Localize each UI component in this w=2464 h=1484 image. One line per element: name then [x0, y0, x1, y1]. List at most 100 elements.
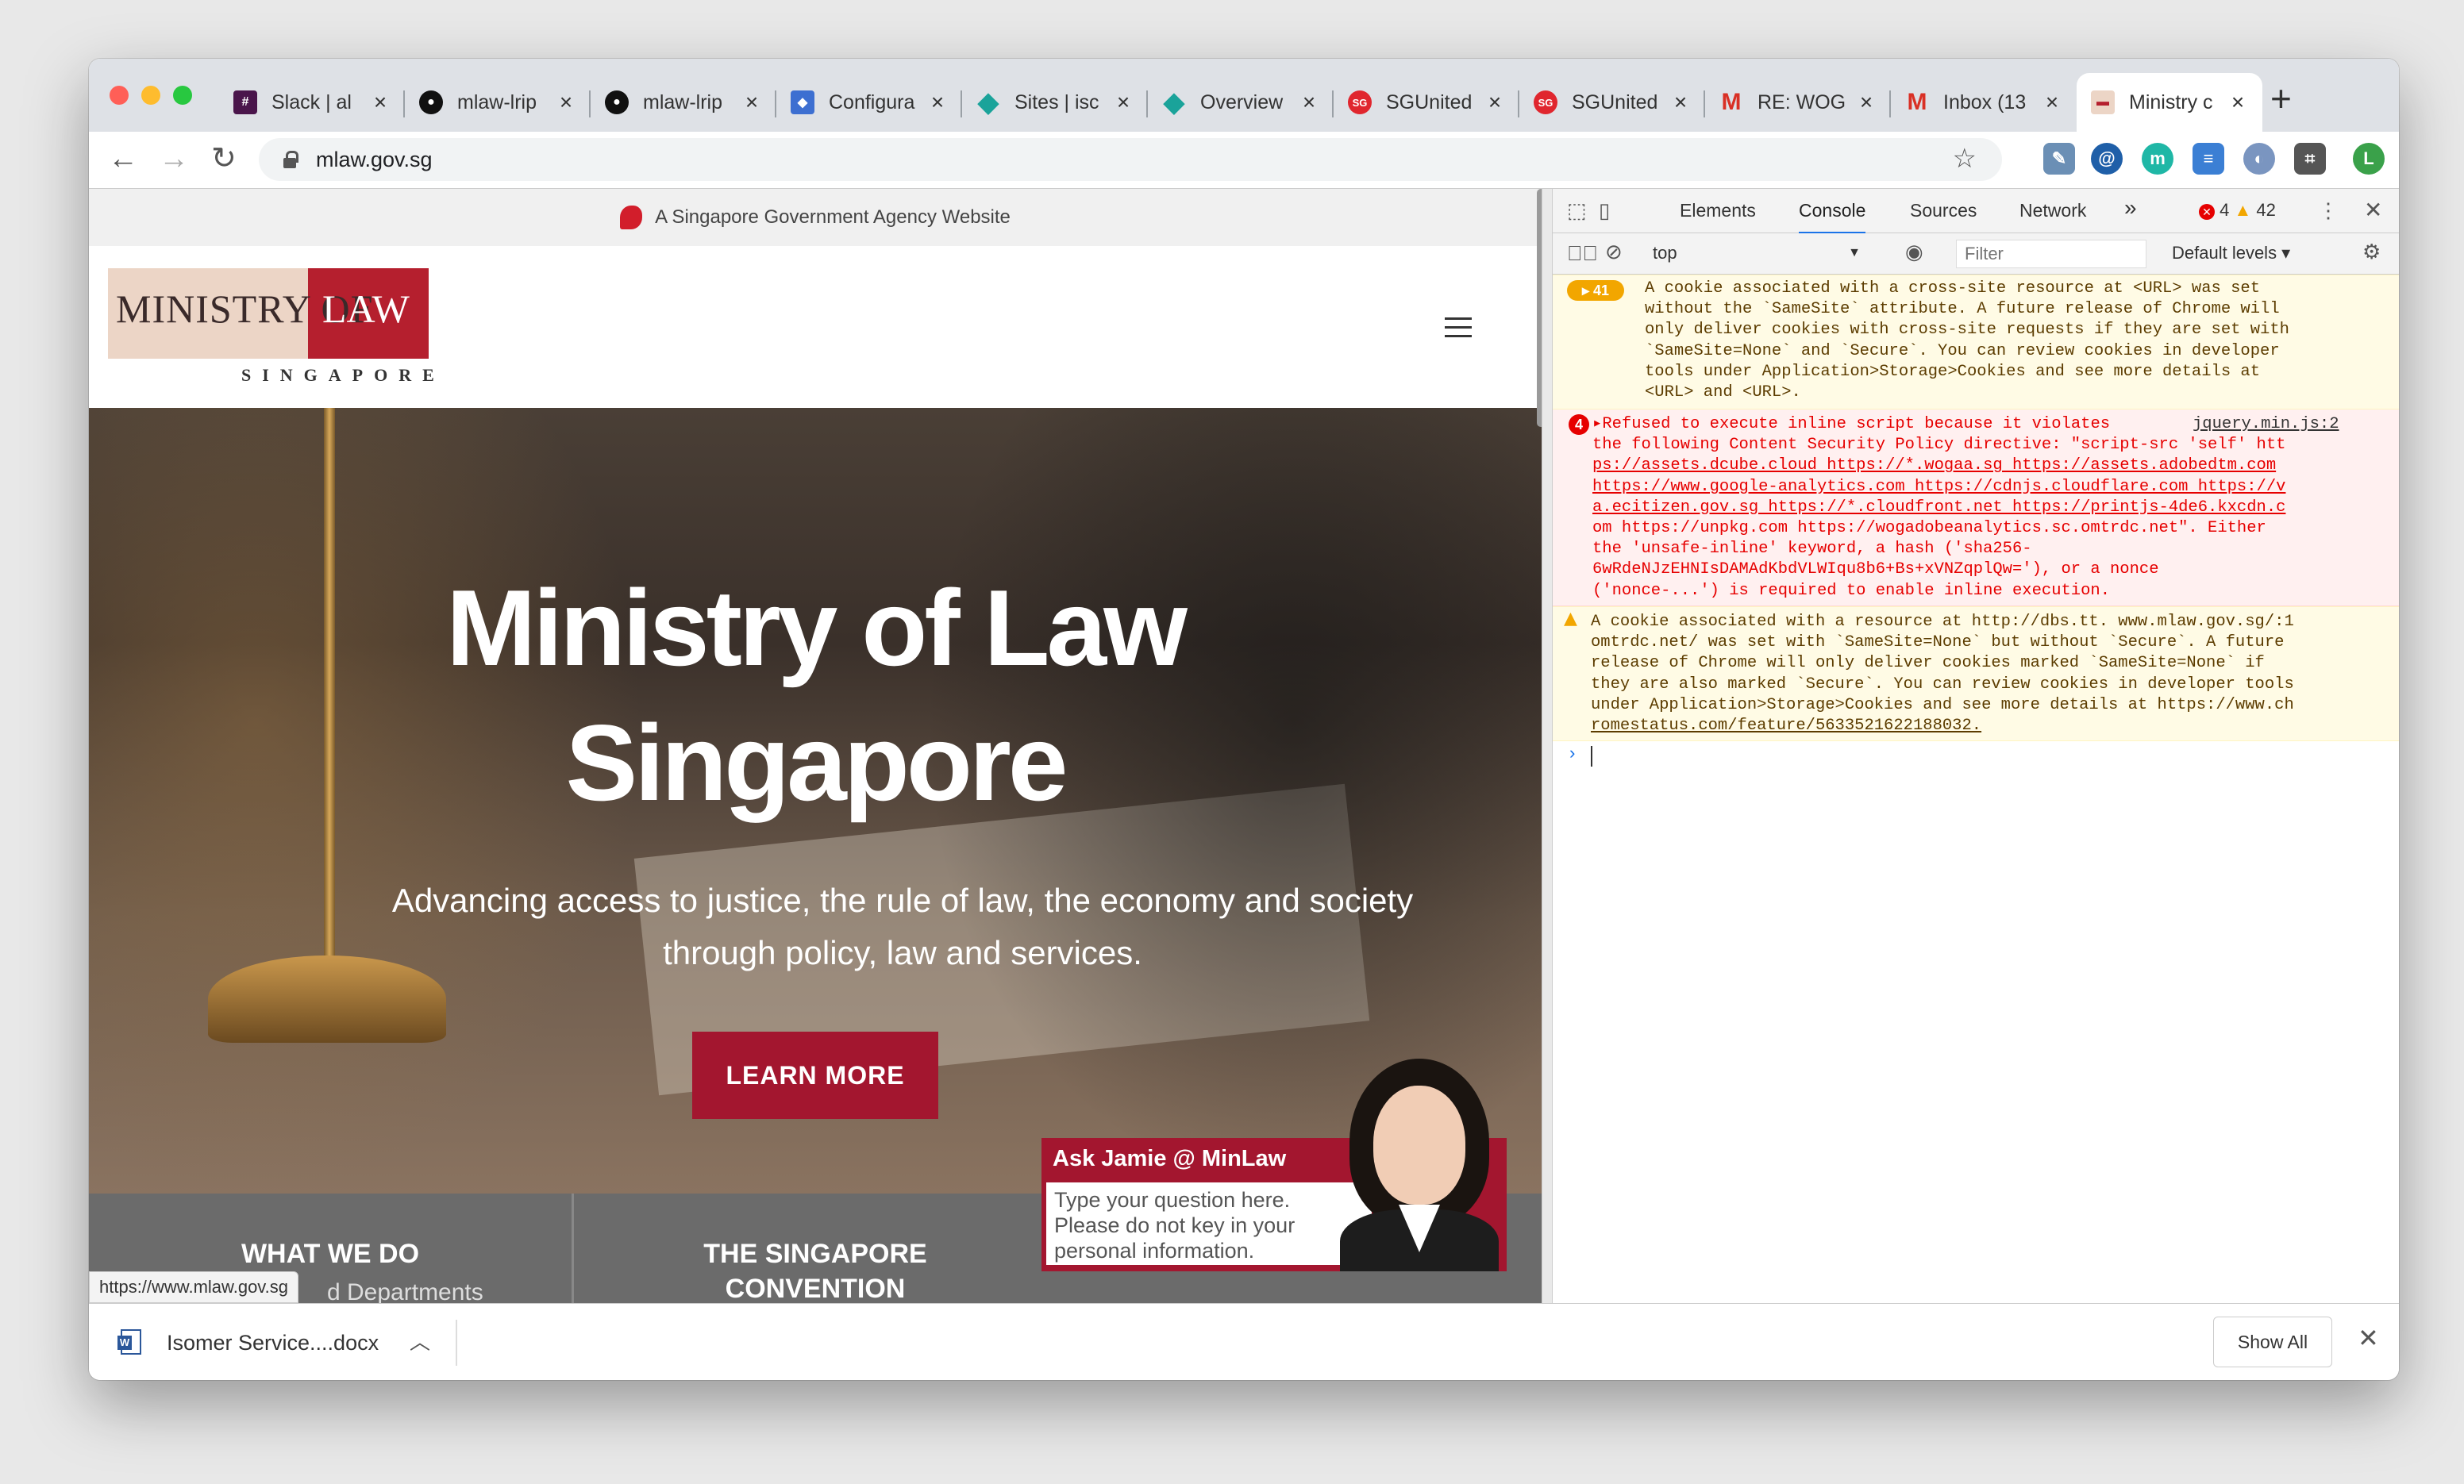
address-bar[interactable]: mlaw.gov.sg ☆ — [259, 138, 2002, 181]
tab-list: # Slack | al × ● mlaw-lrip × ● mlaw-lrip × ◆ Co… — [219, 73, 2262, 132]
tab-active[interactable]: ▬ Ministry c × — [2077, 73, 2262, 132]
status-bubble: https://www.mlaw.gov.sg — [89, 1271, 299, 1303]
more-tabs-button[interactable]: » — [2124, 195, 2137, 221]
close-tab-icon[interactable]: × — [1856, 90, 1877, 115]
log-levels-dropdown[interactable]: Default levels ▾ — [2172, 243, 2290, 263]
bookmark-star-icon[interactable]: ☆ — [1953, 143, 1977, 175]
scan-icon[interactable]: ⌗ — [2294, 143, 2326, 175]
tab-network[interactable]: Network — [2019, 200, 2086, 221]
chevron-up-icon[interactable]: ︿ — [410, 1326, 430, 1355]
close-tab-icon[interactable]: × — [741, 90, 762, 115]
tab[interactable]: ◆ Sites | isc × — [962, 73, 1148, 132]
nav-singapore-convention[interactable]: THE SINGAPORE CONVENTION — [574, 1194, 1057, 1303]
close-tab-icon[interactable]: × — [927, 90, 948, 115]
site-header: MINISTRY OF LAW SINGAPORE — [89, 246, 1542, 408]
gov-banner-text: A Singapore Government Agency Website — [655, 206, 1011, 228]
reload-icon[interactable]: ↻ — [211, 143, 237, 175]
devtools-splitter[interactable] — [1542, 189, 1553, 1303]
close-tab-icon[interactable]: × — [2227, 90, 2248, 115]
download-filename: Isomer Service....docx — [167, 1331, 379, 1355]
console-input[interactable] — [1591, 746, 1592, 767]
shelf-divider — [456, 1320, 457, 1366]
nav-label: THE SINGAPORE CONVENTION — [703, 1239, 927, 1303]
gear-icon[interactable]: ⚙ — [2362, 240, 2381, 264]
extension-icon[interactable]: m — [2142, 143, 2173, 175]
warning-count: 42 — [2256, 200, 2276, 220]
tab[interactable]: SG SGUnited × — [1334, 73, 1519, 132]
warning-icon: ▲ — [2234, 200, 2252, 220]
tab[interactable]: ◆ Overview × — [1148, 73, 1334, 132]
console-error-message[interactable]: 4 ▸Refused to execute inline script beca… — [1553, 409, 2399, 606]
new-tab-button[interactable]: + — [2270, 80, 2292, 117]
tab[interactable]: SG SGUnited × — [1519, 73, 1705, 132]
tab[interactable]: M RE: WOG × — [1705, 73, 1891, 132]
console-warning-message[interactable]: ▲ A cookie associated with a resource at… — [1553, 606, 2399, 741]
tab-title: mlaw-lrip — [643, 90, 722, 113]
tab[interactable]: ● mlaw-lrip × — [405, 73, 591, 132]
tab-title: Overview — [1200, 90, 1284, 113]
forward-arrow-icon[interactable]: → — [159, 143, 189, 175]
close-shelf-icon[interactable]: ✕ — [2358, 1323, 2379, 1353]
tab[interactable]: ◆ Configura × — [776, 73, 962, 132]
tab-title: Sites | isc — [1014, 90, 1099, 113]
tab-strip: # Slack | al × ● mlaw-lrip × ● mlaw-lrip × ◆ Co… — [89, 59, 2399, 132]
error-counter[interactable]: ✕ 4 ▲ 42 — [2199, 200, 2276, 221]
tab[interactable]: M Inbox (13 × — [1891, 73, 2077, 132]
close-tab-icon[interactable]: × — [370, 90, 391, 115]
close-tab-icon[interactable]: × — [1670, 90, 1691, 115]
minimize-window-button[interactable] — [141, 86, 160, 105]
extension-icon[interactable]: ≡ — [2193, 143, 2224, 175]
context-selector[interactable]: top ▼ — [1648, 240, 1867, 267]
tab-console[interactable]: Console — [1799, 200, 1866, 234]
console-message-text: A cookie associated with a resource at h… — [1591, 613, 2294, 736]
error-repeat-badge: 4 — [1569, 414, 1589, 435]
eye-icon[interactable]: ◉ — [1905, 240, 1923, 264]
kebab-menu-icon[interactable]: ⋮ — [2318, 198, 2339, 223]
tab-title: SGUnited — [1572, 90, 1658, 113]
warning-icon: ▲ — [1564, 609, 1577, 629]
extension-icon[interactable]: @ — [2091, 143, 2123, 175]
tab-elements[interactable]: Elements — [1680, 200, 1756, 221]
close-tab-icon[interactable]: × — [1113, 90, 1134, 115]
word-document-icon — [117, 1329, 141, 1355]
cube-icon: ◆ — [791, 90, 814, 114]
lion-head-icon — [620, 206, 643, 229]
sidebar-toggle-icon[interactable]: ▸⃞ — [1567, 241, 1598, 266]
slack-icon: # — [233, 90, 257, 114]
tab[interactable]: ● mlaw-lrip × — [591, 73, 776, 132]
inspect-element-icon[interactable]: ⬚ — [1567, 198, 1587, 223]
download-shelf: Isomer Service....docx ︿ Show All ✕ — [89, 1303, 2399, 1380]
jamie-avatar — [1332, 1054, 1507, 1271]
learn-more-button[interactable]: LEARN MORE — [692, 1032, 938, 1119]
nav-sublabel: d Departments — [327, 1279, 483, 1303]
close-tab-icon[interactable]: × — [1299, 90, 1319, 115]
extension-icon[interactable]: ◐ — [2243, 143, 2275, 175]
profile-avatar[interactable]: L — [2353, 143, 2385, 175]
clear-console-icon[interactable]: ⊘ — [1605, 240, 1623, 264]
console-warning-message[interactable]: ▸ 41 A cookie associated with a cross-si… — [1553, 275, 2399, 409]
close-tab-icon[interactable]: × — [1484, 90, 1505, 115]
tab-title: mlaw-lrip — [457, 90, 537, 113]
hamburger-menu-icon[interactable] — [1445, 317, 1472, 337]
close-tab-icon[interactable]: × — [556, 90, 576, 115]
back-arrow-icon[interactable]: ← — [108, 143, 138, 175]
tab[interactable]: # Slack | al × — [219, 73, 405, 132]
extension-icon[interactable]: ✎ — [2043, 143, 2075, 175]
sg-icon: SG — [1534, 90, 1557, 114]
show-all-button[interactable]: Show All — [2213, 1317, 2332, 1367]
tab-title: SGUnited — [1386, 90, 1473, 113]
tab-sources[interactable]: Sources — [1910, 200, 1977, 221]
zoom-window-button[interactable] — [173, 86, 192, 105]
browser-window: # Slack | al × ● mlaw-lrip × ● mlaw-lrip × ◆ Co… — [89, 59, 2399, 1380]
chat-input[interactable]: Type your question here. Please do not k… — [1046, 1182, 1372, 1265]
console-filter-input[interactable] — [1956, 240, 2146, 268]
close-window-button[interactable] — [110, 86, 129, 105]
close-devtools-icon[interactable]: ✕ — [2364, 197, 2382, 223]
github-icon: ● — [419, 90, 443, 114]
diamond-icon: ◆ — [977, 87, 999, 117]
source-link[interactable]: jquery.min.js:2 — [2193, 414, 2339, 435]
nav-label: WHAT WE DO — [241, 1239, 420, 1269]
console-prompt-icon: › — [1567, 744, 1578, 764]
device-toolbar-icon[interactable]: ▯ — [1599, 198, 1610, 223]
close-tab-icon[interactable]: × — [2042, 90, 2062, 115]
